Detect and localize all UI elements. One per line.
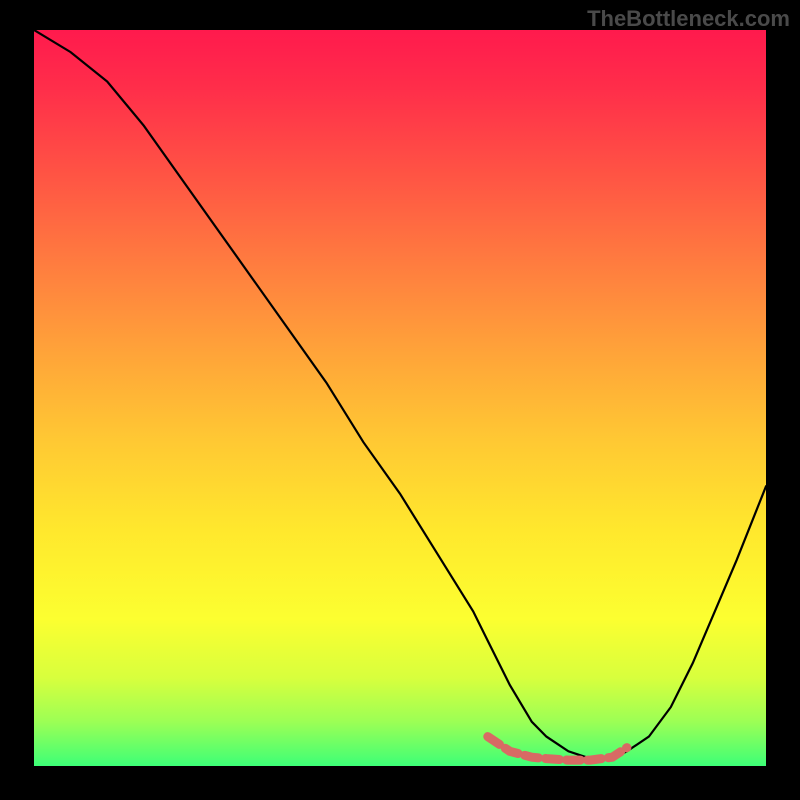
chart-svg xyxy=(34,30,766,766)
watermark-text: TheBottleneck.com xyxy=(587,6,790,32)
optimal-range-path xyxy=(488,737,627,761)
chart-plot-area xyxy=(34,30,766,766)
bottleneck-curve-path xyxy=(34,30,766,759)
